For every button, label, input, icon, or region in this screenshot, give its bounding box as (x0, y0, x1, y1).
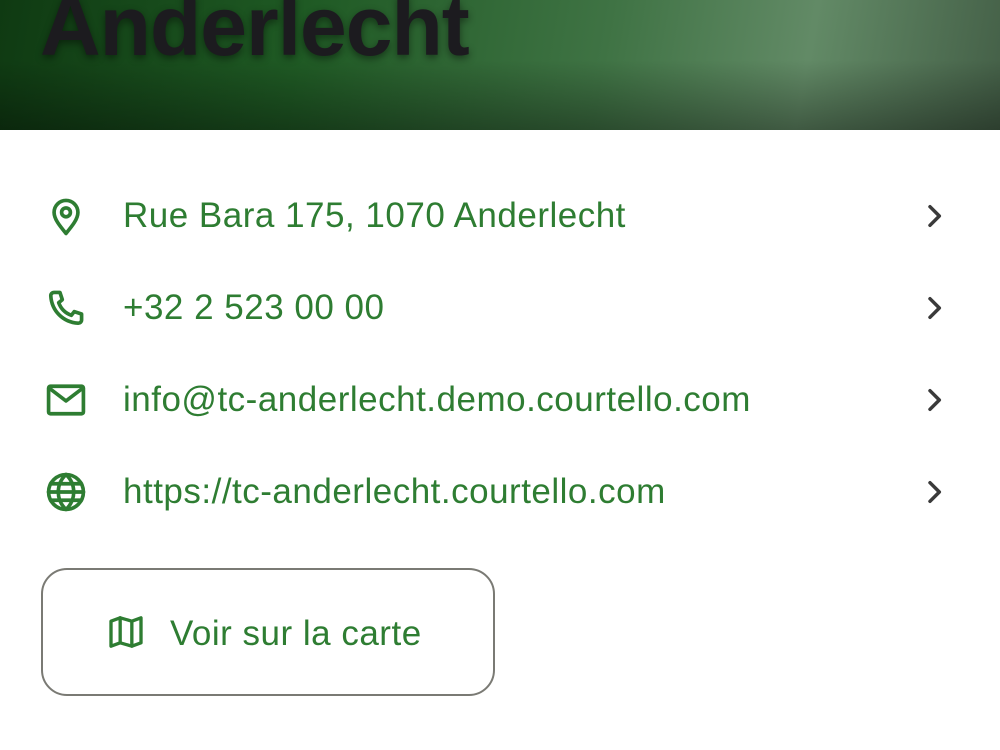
header-banner: Anderlecht (0, 0, 1000, 130)
chevron-right-icon (928, 480, 942, 504)
mail-icon (44, 378, 88, 422)
contact-list: Rue Bara 175, 1070 Anderlecht +32 2 523 … (0, 170, 1000, 538)
phone-icon (44, 286, 88, 330)
view-on-map-button[interactable]: Voir sur la carte (41, 568, 495, 696)
address-text: Rue Bara 175, 1070 Anderlecht (123, 196, 626, 235)
email-text: info@tc-anderlecht.demo.courtello.com (123, 380, 751, 419)
website-text: https://tc-anderlecht.courtello.com (123, 472, 666, 511)
phone-row[interactable]: +32 2 523 00 00 (0, 262, 1000, 354)
chevron-right-icon (928, 204, 942, 228)
page-title: Anderlecht (40, 0, 470, 73)
view-on-map-label: Voir sur la carte (170, 614, 422, 653)
phone-text: +32 2 523 00 00 (123, 288, 385, 327)
chevron-right-icon (928, 296, 942, 320)
email-row[interactable]: info@tc-anderlecht.demo.courtello.com (0, 354, 1000, 446)
website-row[interactable]: https://tc-anderlecht.courtello.com (0, 446, 1000, 538)
chevron-right-icon (928, 388, 942, 412)
location-pin-icon (44, 194, 88, 238)
address-row[interactable]: Rue Bara 175, 1070 Anderlecht (0, 170, 1000, 262)
globe-icon (44, 470, 88, 514)
map-icon (109, 616, 143, 648)
